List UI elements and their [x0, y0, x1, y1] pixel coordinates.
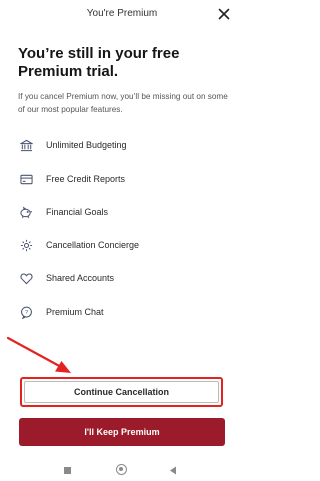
feature-label: Cancellation Concierge [46, 240, 140, 250]
heart-icon [18, 270, 34, 286]
system-navigation-bar [0, 460, 244, 481]
continue-cancellation-button[interactable]: Continue Cancellation [20, 377, 223, 407]
feature-item-free-credit-reports: Free Credit Reports [18, 168, 228, 190]
feature-item-unlimited-budgeting: Unlimited Budgeting [18, 134, 228, 156]
screen-title: You're Premium [86, 8, 158, 19]
feature-label: Free Credit Reports [46, 174, 126, 184]
feature-item-cancellation-concierge: Cancellation Concierge [18, 234, 228, 256]
recents-button[interactable] [64, 467, 71, 474]
gear-icon [18, 237, 34, 253]
feature-label: Shared Accounts [46, 273, 115, 283]
bank-icon [18, 137, 34, 153]
top-bar: You're Premium [0, 0, 244, 30]
feature-item-premium-chat: ? Premium Chat [18, 301, 228, 323]
piggy-bank-icon [18, 204, 34, 220]
premium-cancellation-screen: You're Premium You’re still in your free… [0, 0, 244, 481]
feature-item-financial-goals: Financial Goals [18, 201, 228, 223]
keep-premium-button[interactable]: I'll Keep Premium [19, 418, 225, 446]
feature-label: Premium Chat [46, 307, 104, 317]
chat-icon: ? [18, 304, 34, 320]
credit-card-icon [18, 171, 34, 187]
continue-cancellation-label: Continue Cancellation [73, 387, 169, 397]
svg-text:?: ? [24, 309, 27, 315]
back-button[interactable] [169, 466, 177, 475]
trial-description: If you cancel Premium now, you’ll be mis… [18, 92, 228, 114]
feature-label: Unlimited Budgeting [46, 140, 127, 150]
home-button[interactable] [116, 464, 127, 475]
close-button[interactable] [214, 4, 234, 24]
keep-premium-label: I'll Keep Premium [84, 427, 160, 437]
feature-item-shared-accounts: Shared Accounts [18, 267, 228, 289]
trial-headline: You’re still in your free Premium trial. [18, 45, 180, 80]
close-icon [218, 8, 230, 20]
feature-label: Financial Goals [46, 207, 109, 217]
